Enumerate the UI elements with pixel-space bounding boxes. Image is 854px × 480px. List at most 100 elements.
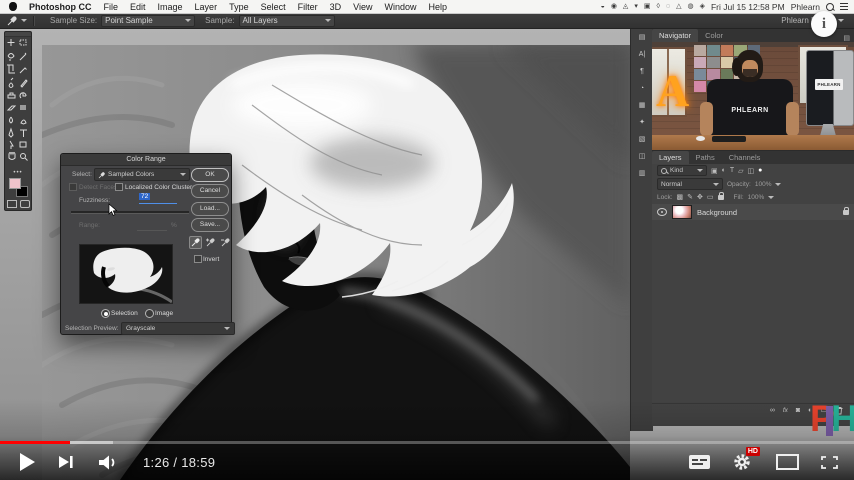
screen-mode-icon[interactable] [20, 200, 30, 208]
clone-source-panel-icon[interactable]: ▦ [639, 102, 646, 110]
menu-filter[interactable]: Filter [292, 2, 324, 12]
dialog-title[interactable]: Color Range [61, 154, 231, 166]
invert-checkbox[interactable] [194, 255, 202, 263]
volume-button[interactable] [98, 455, 119, 470]
lock-transparency-icon[interactable]: ▩ [677, 193, 684, 201]
menu-photoshop[interactable]: Photoshop CC [23, 2, 98, 12]
link-layers-icon[interactable]: ∞ [770, 407, 775, 414]
filter-smart-icon[interactable]: ◫ [748, 167, 755, 175]
foreground-color-swatch[interactable] [9, 178, 21, 189]
opacity-value[interactable]: 100% [755, 181, 772, 188]
settings-button[interactable]: HD [732, 453, 754, 471]
apple-menu-icon[interactable] [9, 2, 17, 11]
tab-color[interactable]: Color [698, 29, 730, 42]
subtitles-button[interactable] [689, 455, 710, 469]
status-icon[interactable]: ▾ [634, 0, 638, 13]
lock-pixels-icon[interactable]: ✎ [687, 193, 693, 201]
character-panel-icon[interactable]: A| [639, 51, 646, 59]
miniplayer-button[interactable] [776, 454, 799, 470]
notification-center-icon[interactable] [840, 3, 848, 10]
load-button[interactable]: Load... [191, 202, 229, 216]
sample-layers-select[interactable]: All Layers [239, 15, 335, 27]
tool-preset-caret[interactable] [21, 19, 27, 22]
menubar-user[interactable]: Phlearn [791, 2, 820, 12]
histogram-panel-icon[interactable]: ▤ [639, 34, 646, 42]
eyedropper-subtract-icon[interactable] [219, 236, 232, 249]
swatches-panel-icon[interactable]: ✦ [639, 119, 645, 127]
toolbar-icons[interactable] [5, 37, 29, 165]
eyedropper-add-icon[interactable] [204, 236, 217, 249]
status-icon[interactable]: △ [676, 0, 681, 13]
filter-shape-icon[interactable]: ▱ [738, 167, 743, 175]
panel-menu-icon[interactable]: ▤ [843, 34, 850, 42]
selection-radio[interactable] [101, 309, 110, 318]
libraries-panel-icon[interactable]: ▥ [639, 170, 646, 178]
fullscreen-button[interactable] [821, 456, 838, 469]
layer-style-icon[interactable]: fx [783, 407, 788, 414]
layer-visibility-icon[interactable] [657, 208, 667, 216]
quick-mask-icon[interactable] [7, 200, 17, 208]
status-icon[interactable]: ◬ [623, 0, 628, 13]
fill-value[interactable]: 100% [748, 194, 765, 201]
blend-mode-select[interactable]: Normal [657, 178, 723, 190]
cancel-button[interactable]: Cancel [191, 184, 229, 198]
toolbar-overflow[interactable]: ••• [5, 170, 31, 176]
image-radio[interactable] [145, 309, 154, 318]
status-icon[interactable]: ◒ [601, 0, 605, 13]
filter-pixel-icon[interactable]: ▣ [711, 167, 718, 175]
lock-artboard-icon[interactable]: ▭ [707, 193, 714, 201]
status-icon[interactable]: ◊ [656, 0, 659, 13]
tab-channels[interactable]: Channels [722, 151, 768, 164]
paragraph-panel-icon[interactable]: ¶ [640, 68, 644, 76]
filter-adjustment-icon[interactable]: ◐ [722, 167, 726, 174]
filter-toggle-icon[interactable]: ● [758, 167, 762, 174]
desk [652, 135, 854, 150]
lock-all-icon[interactable] [718, 195, 724, 200]
tab-layers[interactable]: Layers [652, 151, 689, 164]
layer-mask-icon[interactable]: ◙ [796, 407, 800, 414]
tab-paths[interactable]: Paths [689, 151, 722, 164]
detect-faces-checkbox[interactable] [69, 183, 77, 191]
menu-image[interactable]: Image [152, 2, 189, 12]
menu-3d[interactable]: 3D [324, 2, 348, 12]
info-panel-icon[interactable]: ◔ [640, 85, 644, 93]
play-button[interactable] [20, 453, 35, 471]
layer-thumbnail[interactable] [672, 205, 692, 219]
menu-help[interactable]: Help [422, 2, 453, 12]
fuzziness-slider[interactable] [71, 211, 189, 214]
menu-edit[interactable]: Edit [124, 2, 152, 12]
menu-window[interactable]: Window [378, 2, 422, 12]
lock-position-icon[interactable]: ✥ [697, 193, 703, 201]
eyedropper-tool-icon[interactable] [6, 15, 18, 26]
fuzziness-field[interactable]: 72 [139, 193, 177, 204]
spotlight-search-icon[interactable] [826, 3, 834, 11]
adjustments-panel-icon[interactable]: ▧ [639, 136, 646, 144]
video-info-button[interactable]: i [811, 11, 837, 37]
ok-button[interactable]: OK [191, 168, 229, 182]
status-icon[interactable]: ▣ [644, 0, 651, 13]
status-icon[interactable]: ◉ [611, 0, 617, 13]
menu-view[interactable]: View [347, 2, 378, 12]
filter-type-icon[interactable]: T [730, 167, 734, 174]
save-button[interactable]: Save... [191, 218, 229, 232]
status-icon[interactable]: ◌ [666, 0, 670, 13]
menubar-clock[interactable]: Fri Jul 15 12:58 PM [711, 2, 785, 12]
next-button[interactable] [59, 455, 74, 469]
menu-type[interactable]: Type [223, 2, 255, 12]
sample-size-select[interactable]: Point Sample [101, 15, 195, 27]
tab-navigator[interactable]: Navigator [652, 29, 698, 42]
status-icon[interactable]: ◈ [700, 0, 705, 13]
menu-layer[interactable]: Layer [189, 2, 224, 12]
status-icon[interactable]: ◍ [687, 0, 693, 13]
styles-panel-icon[interactable]: ◫ [639, 153, 646, 161]
crop-tool-icon [7, 65, 15, 73]
eyedropper-sample-icon[interactable] [189, 236, 202, 249]
layer-row-background[interactable]: Background [652, 204, 854, 220]
menu-file[interactable]: File [98, 2, 125, 12]
menu-select[interactable]: Select [255, 2, 292, 12]
selection-preview-dropdown[interactable]: Grayscale [121, 322, 235, 335]
filter-kind-dropdown[interactable]: Kind [657, 165, 707, 176]
select-dropdown[interactable]: Sampled Colors [94, 168, 190, 181]
localized-clusters-checkbox[interactable] [115, 183, 123, 191]
color-swatches[interactable] [7, 178, 29, 198]
